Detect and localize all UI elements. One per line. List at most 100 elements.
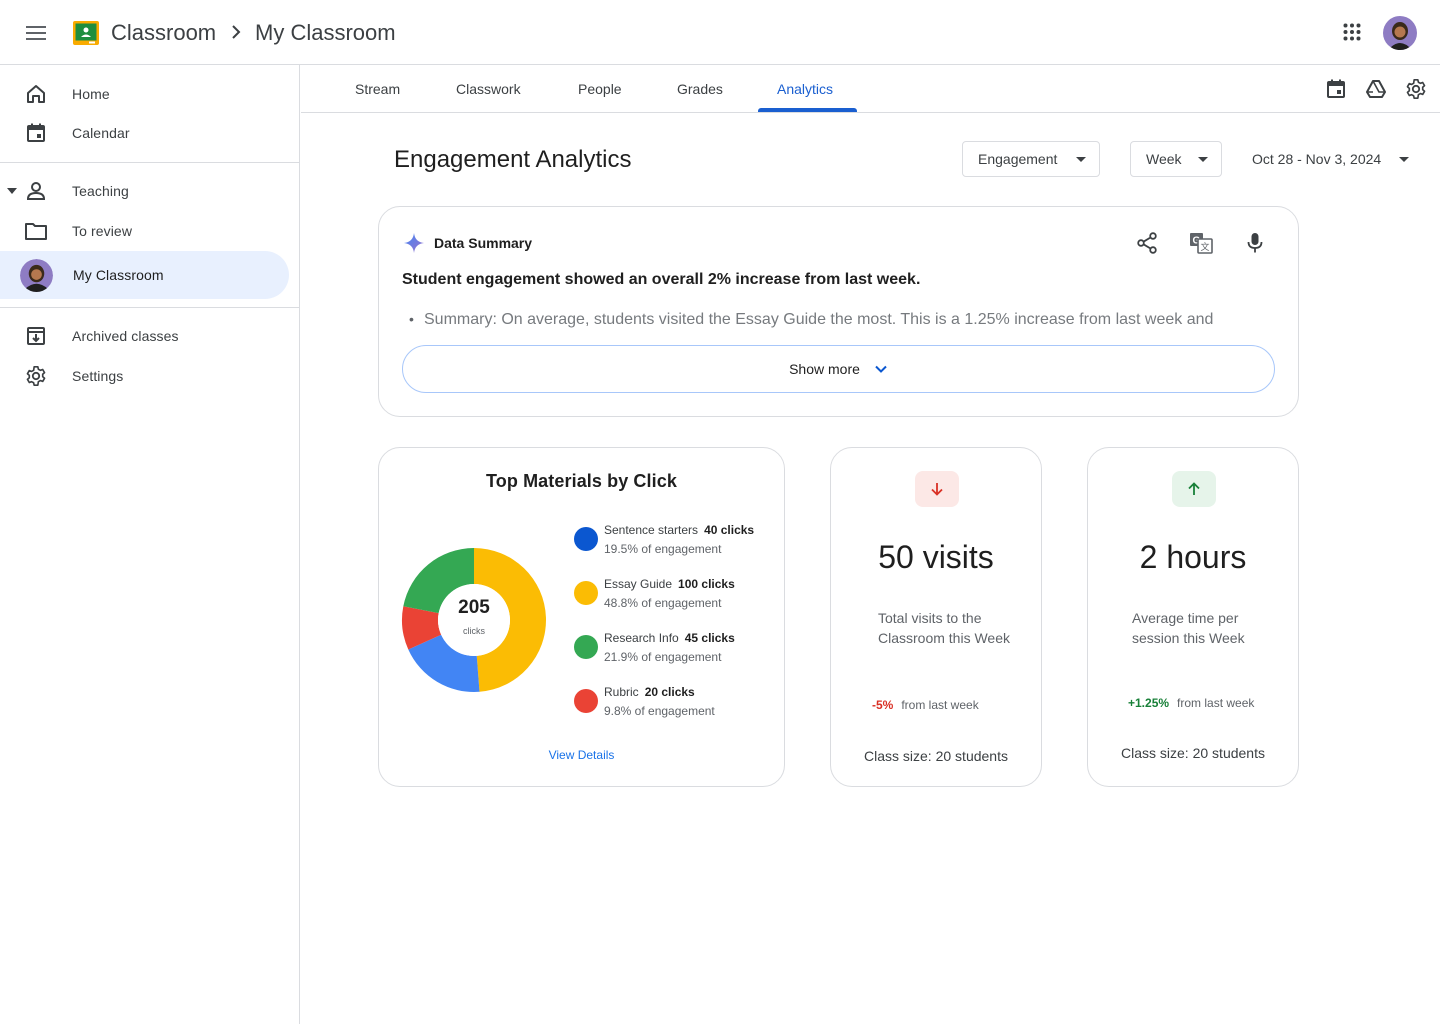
arrow-down-icon — [931, 483, 943, 496]
legend-clicks: 45 clicks — [684, 631, 735, 645]
summary-bullet-text: Summary: On average, students visited th… — [424, 311, 1214, 328]
stat-change-suffix: from last week — [901, 698, 979, 712]
share-icon — [1137, 232, 1157, 254]
class-tabs: Stream Classwork People Grades Analytics — [301, 65, 1440, 113]
dropdown-arrow-icon — [1076, 157, 1086, 162]
sidebar-item-to-review[interactable]: To review — [0, 211, 289, 251]
dropdown-arrow-icon — [1198, 157, 1208, 162]
legend-color-swatch — [574, 527, 598, 551]
sidebar-divider — [0, 162, 300, 163]
class-size: Class size: 20 students — [864, 748, 1008, 764]
main-menu-button[interactable] — [20, 17, 52, 49]
calendar-icon — [24, 121, 48, 145]
legend-share: 48.8% of engagement — [604, 596, 722, 610]
stat-change-suffix: from last week — [1177, 696, 1255, 710]
materials-donut-chart — [402, 548, 547, 692]
dropdown-arrow-icon[interactable] — [1399, 157, 1409, 162]
arrow-up-icon — [1188, 482, 1200, 495]
stat-description: Total visits to the Classroom this Week — [878, 610, 1011, 646]
gear-icon — [24, 364, 48, 388]
legend-clicks: 100 clicks — [678, 577, 735, 591]
class-settings-button[interactable] — [1404, 77, 1428, 101]
legend-item-sentence-starters: Sentence starters 40 clicks 19.5% of enga… — [574, 523, 774, 563]
legend-name: Research Info — [604, 631, 679, 645]
tab-classwork[interactable]: Classwork — [456, 65, 521, 113]
classroom-logo-icon[interactable] — [73, 21, 99, 45]
gear-icon — [1406, 79, 1426, 99]
period-dropdown[interactable]: Week — [1130, 141, 1222, 177]
stat-change-percent: -5% — [872, 698, 894, 712]
legend-color-swatch — [574, 689, 598, 713]
legend-clicks: 20 clicks — [644, 685, 695, 699]
drive-icon — [1366, 80, 1386, 98]
class-avatar — [20, 258, 53, 292]
legend-item-research-info: Research Info 45 clicks 21.9% of engageme… — [574, 631, 774, 671]
visits-stat-card: 50 visits Total visits to the Classroom … — [830, 447, 1042, 787]
legend-label: Rubric 20 clicks — [604, 685, 695, 699]
drive-folder-button[interactable] — [1364, 77, 1388, 101]
legend-share: 19.5% of engagement — [604, 542, 722, 556]
translate-button[interactable]: G文 — [1187, 229, 1215, 257]
legend-clicks: 40 clicks — [704, 523, 755, 537]
sidebar-item-my-classroom[interactable]: My Classroom — [0, 251, 289, 299]
legend-name: Sentence starters — [604, 523, 699, 537]
view-details-link[interactable]: View Details — [379, 748, 784, 762]
date-range-selector[interactable]: Oct 28 - Nov 3, 2024 — [1252, 151, 1381, 167]
sidebar-item-label: My Classroom — [73, 267, 164, 283]
summary-title: Data Summary — [434, 235, 533, 251]
metric-dropdown[interactable]: Engagement — [962, 141, 1100, 177]
caret-down-icon[interactable] — [6, 185, 18, 197]
tab-grades[interactable]: Grades — [677, 65, 723, 113]
legend-name: Essay Guide — [604, 577, 673, 591]
account-avatar[interactable] — [1383, 16, 1417, 50]
translate-icon: G文 — [1190, 233, 1213, 254]
calendar-button[interactable] — [1324, 77, 1348, 101]
legend-color-swatch — [574, 635, 598, 659]
sidebar-item-calendar[interactable]: Calendar — [0, 113, 289, 153]
data-summary-card: Data Summary G文 Student engagement showe… — [378, 206, 1299, 417]
folder-icon — [24, 219, 48, 243]
active-tab-indicator — [758, 108, 857, 112]
sidebar-item-home[interactable]: Home — [0, 74, 289, 114]
person-icon — [24, 179, 48, 203]
legend-label: Sentence starters 40 clicks — [604, 523, 754, 537]
top-materials-card: Top Materials by Click 205 clicks Senten… — [378, 447, 785, 787]
donut-total: 205 — [458, 597, 490, 618]
show-more-button[interactable]: Show more — [402, 345, 1275, 393]
bullet-dot-icon: • — [409, 311, 414, 327]
avatar-person-icon — [1383, 16, 1417, 50]
stat-change-percent: +1.25% — [1128, 696, 1170, 710]
svg-text:文: 文 — [1201, 241, 1210, 253]
sidebar-item-archived-classes[interactable]: Archived classes — [0, 316, 289, 356]
period-dropdown-value: Week — [1146, 151, 1182, 167]
stat-change: -5% from last week — [872, 698, 979, 712]
sparkle-icon — [404, 233, 424, 253]
tab-stream[interactable]: Stream — [355, 65, 400, 113]
trend-up-badge — [1172, 471, 1216, 507]
share-button[interactable] — [1133, 229, 1161, 257]
top-app-bar: Classroom My Classroom — [0, 0, 1440, 65]
sidebar-item-teaching[interactable]: Teaching — [0, 171, 289, 211]
chevron-right-icon — [232, 25, 241, 39]
stat-change: +1.25% from last week — [1128, 696, 1254, 710]
breadcrumb-current: My Classroom — [255, 20, 396, 45]
legend-label: Research Info 45 clicks — [604, 631, 735, 645]
session-time-stat-card: 2 hours Average time per session this We… — [1087, 447, 1299, 787]
donut-hole — [438, 584, 510, 656]
tab-people[interactable]: People — [578, 65, 622, 113]
stat-value: 2 hours — [1139, 539, 1247, 575]
tab-analytics[interactable]: Analytics — [777, 65, 833, 113]
voice-button[interactable] — [1241, 229, 1269, 257]
sidebar-item-label: Calendar — [72, 125, 130, 141]
legend-item-essay-guide: Essay Guide 100 clicks 48.8% of engagemen… — [574, 577, 774, 617]
sidebar-item-settings[interactable]: Settings — [0, 356, 289, 396]
legend-color-swatch — [574, 581, 598, 605]
navigation-drawer: Home Calendar Teaching To review My Clas… — [0, 65, 300, 1024]
google-apps-button[interactable] — [1338, 18, 1366, 46]
app-brand[interactable]: Classroom — [111, 20, 216, 46]
hamburger-menu-icon — [26, 26, 46, 40]
legend-name: Rubric — [604, 685, 639, 699]
sidebar-item-label: Home — [72, 86, 110, 102]
sidebar-item-label: Archived classes — [72, 328, 179, 344]
legend-item-rubric: Rubric 20 clicks 9.8% of engagement — [574, 685, 774, 725]
